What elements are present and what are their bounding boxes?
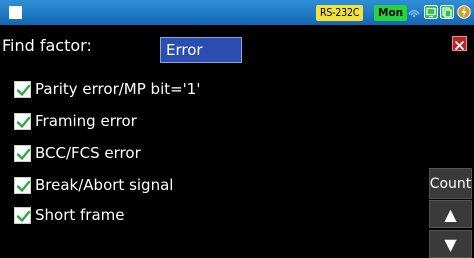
break-label: Break/Abort signal xyxy=(35,176,174,194)
signal-icon xyxy=(408,9,420,18)
break-checkbox[interactable] xyxy=(14,176,31,194)
check-icon xyxy=(16,148,31,160)
framing-label: Framing error xyxy=(35,112,137,130)
arrow-down-icon: ▼ xyxy=(444,234,457,254)
port-badge: RS-232C xyxy=(316,5,364,21)
close-button[interactable] xyxy=(452,36,467,51)
check-icon xyxy=(16,180,31,192)
checkbox-row-parity[interactable]: Parity error/MP bit='1' xyxy=(14,79,200,99)
mode-badge: Mon xyxy=(374,5,408,21)
framing-checkbox[interactable] xyxy=(14,112,31,130)
bcc-label: BCC/FCS error xyxy=(35,144,141,162)
find-factor-label: Find factor: xyxy=(2,36,92,55)
parity-checkbox[interactable] xyxy=(14,80,31,98)
window-icon[interactable] xyxy=(9,6,22,19)
scroll-down-button[interactable]: ▼ xyxy=(429,230,472,258)
checkbox-row-bcc[interactable]: BCC/FCS error xyxy=(14,143,141,163)
short-frame-checkbox[interactable] xyxy=(14,206,31,224)
count-button[interactable]: Count xyxy=(429,168,472,199)
status-bar: RS-232C Mon xyxy=(0,0,474,25)
close-icon xyxy=(454,40,465,51)
bcc-checkbox[interactable] xyxy=(14,144,31,162)
checkbox-row-short[interactable]: Short frame xyxy=(14,205,125,225)
check-icon xyxy=(16,116,31,128)
scroll-up-button[interactable]: ▲ xyxy=(429,200,472,228)
screen-icon[interactable] xyxy=(424,5,438,19)
checkbox-row-break[interactable]: Break/Abort signal xyxy=(14,175,173,195)
power-icon[interactable] xyxy=(456,5,472,19)
arrow-up-icon: ▲ xyxy=(444,204,457,224)
check-icon xyxy=(16,84,31,96)
check-icon xyxy=(16,210,31,222)
copy-icon[interactable] xyxy=(440,5,454,19)
find-factor-select[interactable]: Error xyxy=(160,37,242,63)
short-frame-label: Short frame xyxy=(35,206,125,224)
parity-label: Parity error/MP bit='1' xyxy=(35,80,201,98)
checkbox-row-framing[interactable]: Framing error xyxy=(14,111,137,131)
